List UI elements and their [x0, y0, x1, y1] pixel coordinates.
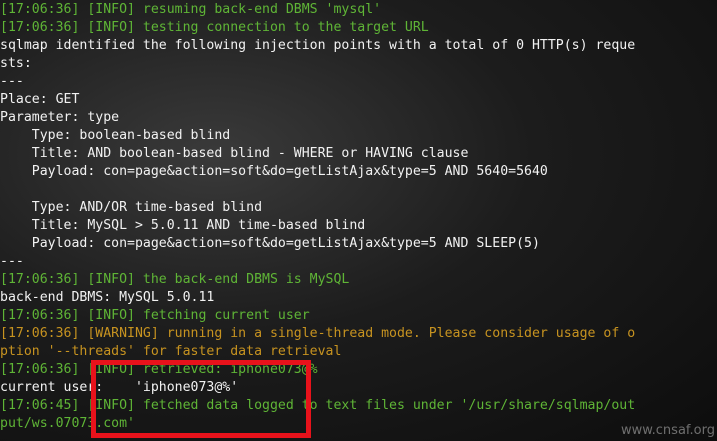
terminal-line: Payload: con=page&action=soft&do=getList…: [0, 164, 548, 179]
terminal-line: Type: AND/OR time-based blind: [0, 200, 263, 215]
terminal-line: Type: boolean-based blind: [0, 128, 231, 143]
terminal-line: Payload: con=page&action=soft&do=getList…: [0, 236, 540, 251]
terminal-line: [17:06:36] [INFO] the back-end DBMS is M…: [0, 272, 350, 287]
terminal-line: Title: MySQL > 5.0.11 AND time-based bli…: [0, 218, 366, 233]
highlight-box: [91, 360, 311, 438]
terminal-line: [17:06:36] [INFO] fetching current user: [0, 308, 310, 323]
terminal-line: Parameter: type: [0, 110, 120, 125]
terminal-line: Title: AND boolean-based blind - WHERE o…: [0, 146, 469, 161]
watermark: www.cnsaf.org: [620, 423, 715, 438]
terminal-line: ---: [0, 74, 24, 89]
terminal-line: Place: GET: [0, 92, 80, 107]
terminal-line: ---: [0, 254, 24, 269]
terminal-line: sts:: [0, 56, 32, 71]
terminal-line: [17:06:36] [INFO] testing connection to …: [0, 20, 429, 35]
terminal-line: sqlmap identified the following injectio…: [0, 38, 636, 53]
terminal-line: ption '--threads' for faster data retrie…: [0, 344, 342, 359]
terminal-line: [17:06:36] [INFO] resuming back-end DBMS…: [0, 2, 382, 17]
terminal-line: [17:06:36] [WARNING] running in a single…: [0, 326, 636, 341]
terminal-line: back-end DBMS: MySQL 5.0.11: [0, 290, 215, 305]
